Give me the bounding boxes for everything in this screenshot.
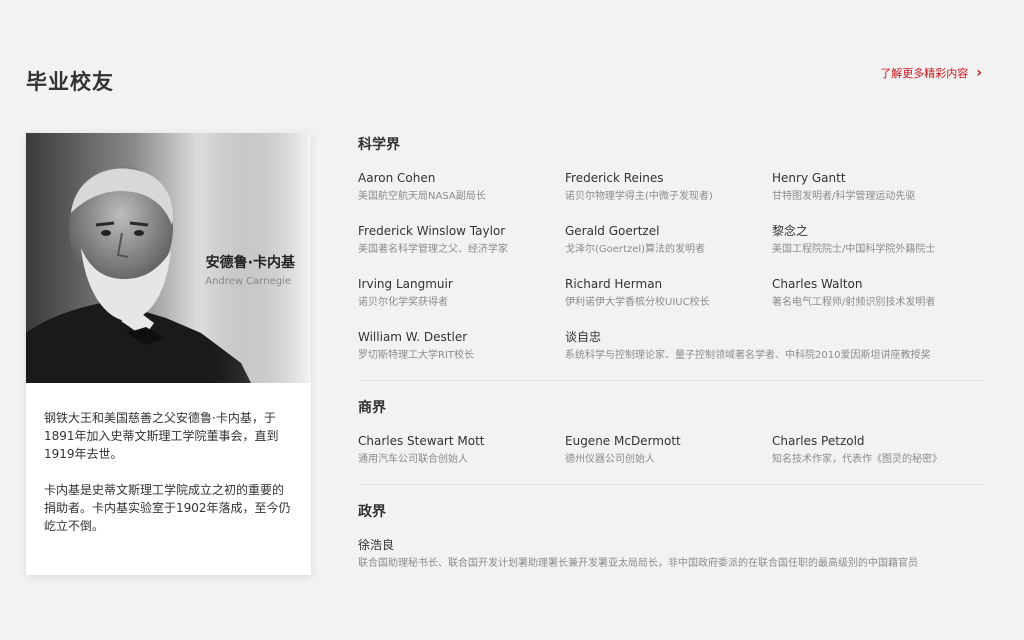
alumnus-item[interactable]: Frederick Reines 诺贝尔物理学得主(中微子发现者) [565,170,772,211]
featured-alumnus-name: 安德鲁·卡内基 [205,255,295,271]
alumnus-item[interactable]: Eugene McDermott 德州仪器公司创始人 [565,433,772,474]
alumnus-description: 联合国助理秘书长、联合国开发计划署助理署长兼开发署亚太局局长，非中国政府委派的在… [358,558,918,569]
alumnus-name: Eugene McDermott [565,434,681,448]
section-title: 科学界 [358,137,400,153]
alumnus-item[interactable]: Henry Gantt 甘特图发明者/科学管理运动先驱 [772,170,986,211]
alumnus-description: 罗切斯特理工大学RIT校长 [358,350,475,361]
alumnus-description: 著名电气工程师/射频识别技术发明者 [772,297,936,308]
section-title: 政界 [358,504,386,520]
alumnus-item[interactable]: Irving Langmuir 诺贝尔化学奖获得者 [358,276,565,317]
alumnus-name: Charles Walton [772,277,863,291]
section-title: 商界 [358,400,386,416]
alumnus-name: Frederick Winslow Taylor [358,224,506,238]
featured-alumnus-photo: 安德鲁·卡内基 Andrew Carnegie [26,133,311,383]
alumnus-item[interactable]: Aaron Cohen 美国航空航天局NASA副局长 [358,170,565,211]
section-business: 商界 Charles Stewart Mott 通用汽车公司联合创始人 Euge… [358,397,986,485]
alumnus-item[interactable]: Charles Stewart Mott 通用汽车公司联合创始人 [358,433,565,474]
alumnus-name: 谈自忠 [565,330,602,344]
page-title: 毕业校友 [26,70,114,94]
alumnus-item[interactable]: Charles Petzold 知名技术作家，代表作《图灵的秘密》 [772,433,986,474]
bio-paragraph: 钢铁大王和美国慈善之父安德鲁·卡内基，于1891年加入史蒂文斯理工学院董事会，直… [44,411,279,461]
alumni-sections: 科学界 Aaron Cohen 美国航空航天局NASA副局长 Frederick… [358,130,986,604]
alumnus-item[interactable]: 谈自忠 系统科学与控制理论家、量子控制领域著名学者、中科院2010爱因斯坦讲座教… [565,329,986,370]
alumnus-name: Richard Herman [565,277,663,291]
alumnus-description: 系统科学与控制理论家、量子控制领域著名学者、中科院2010爱因斯坦讲座教授奖 [565,350,931,361]
alumnus-item[interactable]: Charles Walton 著名电气工程师/射频识别技术发明者 [772,276,986,317]
featured-alumnus-english-name: Andrew Carnegie [205,276,291,287]
alumnus-name: Charles Stewart Mott [358,434,485,448]
alumni-grid: 徐浩良 联合国助理秘书长、联合国开发计划署助理署长兼开发署亚太局局长，非中国政府… [358,537,986,578]
alumnus-description: 美国航空航天局NASA副局长 [358,191,486,202]
alumnus-description: 诺贝尔物理学得主(中微子发现者) [565,191,713,202]
alumnus-item[interactable]: 徐浩良 联合国助理秘书长、联合国开发计划署助理署长兼开发署亚太局局长，非中国政府… [358,537,986,578]
section-science: 科学界 Aaron Cohen 美国航空航天局NASA副局长 Frederick… [358,134,986,381]
more-content-label: 了解更多精彩内容 [880,67,969,80]
alumnus-name: Gerald Goertzel [565,224,660,238]
bio-paragraph: 卡内基是史蒂文斯理工学院成立之初的重要的捐助者。卡内基实验室于1902年落成，至… [44,483,291,533]
alumnus-item[interactable]: 黎念之 美国工程院院士/中国科学院外籍院士 [772,223,986,264]
more-content-link[interactable]: 了解更多精彩内容 › [880,65,982,81]
alumnus-description: 知名技术作家，代表作《图灵的秘密》 [772,454,942,465]
alumnus-description: 美国著名科学管理之父、经济学家 [358,244,508,255]
alumnus-name: Irving Langmuir [358,277,453,291]
alumni-grid: Aaron Cohen 美国航空航天局NASA副局长 Frederick Rei… [358,170,986,370]
featured-alumnus-card[interactable]: 安德鲁·卡内基 Andrew Carnegie 钢铁大王和美国慈善之父安德鲁·卡… [26,133,311,575]
alumnus-name: Frederick Reines [565,171,664,185]
alumnus-item[interactable]: Frederick Winslow Taylor 美国著名科学管理之父、经济学家 [358,223,565,264]
alumnus-description: 伊利诺伊大学香槟分校UIUC校长 [565,297,710,308]
alumnus-description: 诺贝尔化学奖获得者 [358,297,448,308]
alumnus-item[interactable]: Gerald Goertzel 戈泽尔(Goertzel)算法的发明者 [565,223,772,264]
section-politics: 政界 徐浩良 联合国助理秘书长、联合国开发计划署助理署长兼开发署亚太局局长，非中… [358,501,986,588]
alumnus-description: 甘特图发明者/科学管理运动先驱 [772,191,916,202]
alumnus-name: 徐浩良 [358,538,395,552]
alumnus-item[interactable]: Richard Herman 伊利诺伊大学香槟分校UIUC校长 [565,276,772,317]
featured-alumnus-bio: 钢铁大王和美国慈善之父安德鲁·卡内基，于1891年加入史蒂文斯理工学院董事会，直… [26,383,311,535]
alumnus-description: 通用汽车公司联合创始人 [358,454,468,465]
chevron-right-icon: › [976,65,982,81]
alumnus-name: Charles Petzold [772,434,865,448]
alumnus-description: 戈泽尔(Goertzel)算法的发明者 [565,244,706,255]
alumnus-name: William W. Destler [358,330,468,344]
alumnus-name: Henry Gantt [772,171,846,185]
alumnus-item[interactable]: William W. Destler 罗切斯特理工大学RIT校长 [358,329,565,370]
alumnus-description: 德州仪器公司创始人 [565,454,655,465]
alumnus-name: 黎念之 [772,224,809,238]
alumni-grid: Charles Stewart Mott 通用汽车公司联合创始人 Eugene … [358,433,986,474]
alumnus-name: Aaron Cohen [358,171,436,185]
alumnus-description: 美国工程院院士/中国科学院外籍院士 [772,244,936,255]
